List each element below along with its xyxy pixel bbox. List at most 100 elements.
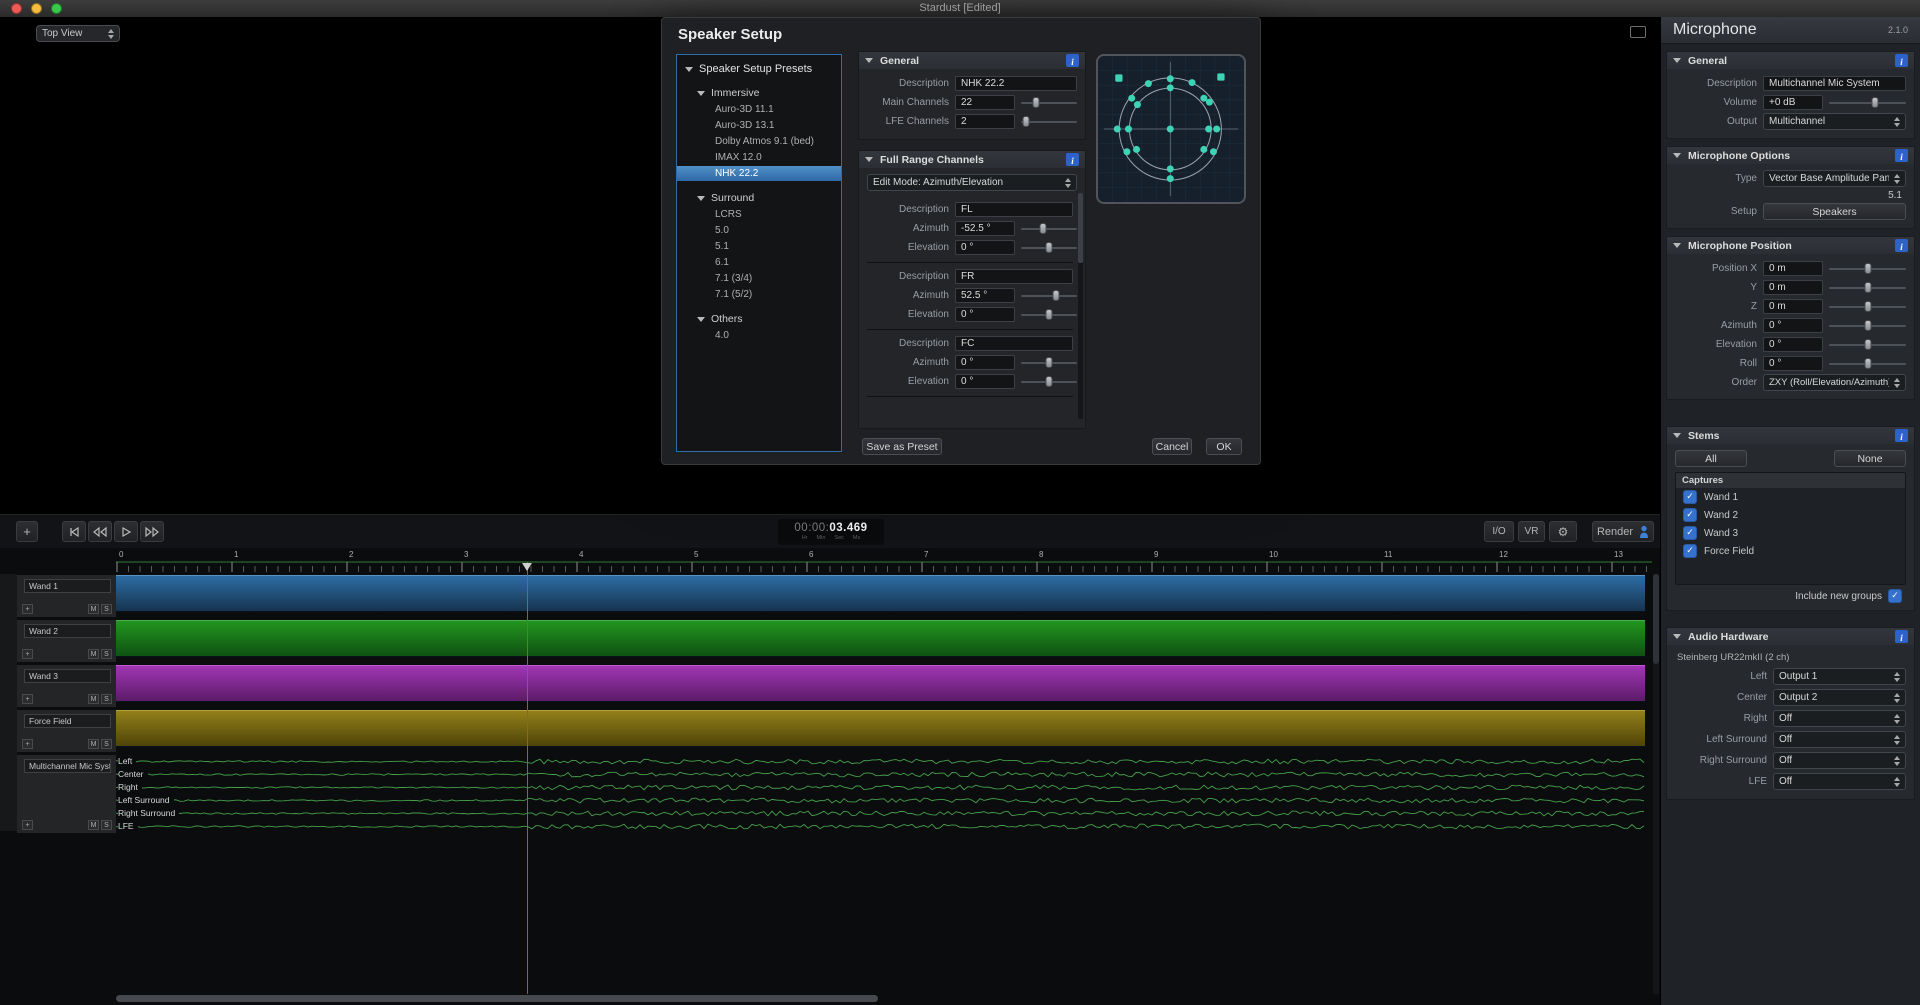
stems-none-button[interactable]: None (1834, 450, 1906, 467)
preset-group[interactable]: Surround (677, 182, 841, 206)
position-slider[interactable] (1829, 338, 1906, 351)
save-as-preset-button[interactable]: Save as Preset (862, 438, 942, 455)
mic-type-select[interactable]: Vector Base Amplitude Panning (V (1763, 170, 1906, 187)
preset-item[interactable]: 5.0 (677, 223, 841, 238)
audio-clip[interactable] (116, 665, 1645, 702)
info-icon[interactable] (1895, 630, 1908, 643)
elevation-slider[interactable] (1021, 308, 1077, 321)
view-mode-select[interactable]: Top View (36, 25, 120, 42)
solo-button[interactable]: S (101, 739, 112, 749)
elevation-slider[interactable] (1021, 241, 1077, 254)
disclosure-triangle-icon[interactable] (1673, 58, 1681, 63)
disclosure-triangle-icon[interactable] (697, 91, 705, 96)
disclosure-triangle-icon[interactable] (685, 67, 693, 72)
position-value-input[interactable]: 0 m (1763, 299, 1823, 314)
cancel-button[interactable]: Cancel (1152, 438, 1192, 455)
position-slider[interactable] (1829, 300, 1906, 313)
info-icon[interactable] (1066, 153, 1079, 166)
add-automation-button[interactable]: + (22, 649, 33, 659)
play-button[interactable] (114, 521, 138, 542)
azimuth-slider[interactable] (1021, 356, 1077, 369)
preset-tree-root[interactable]: Speaker Setup Presets (677, 55, 841, 77)
section-header[interactable]: Stems (1667, 427, 1914, 444)
azimuth-input[interactable]: 0 ° (955, 355, 1015, 370)
capture-checkbox[interactable] (1683, 544, 1697, 558)
vr-button[interactable]: VR (1518, 521, 1545, 542)
edit-mode-select[interactable]: Edit Mode: Azimuth/Elevation (867, 174, 1077, 191)
include-new-groups-checkbox[interactable] (1888, 589, 1902, 603)
elevation-input[interactable]: 0 ° (955, 374, 1015, 389)
volume-slider[interactable] (1829, 96, 1906, 109)
audio-clip[interactable] (116, 710, 1645, 747)
track-name[interactable]: Wand 3 (24, 669, 111, 683)
preset-item[interactable]: 7.1 (3/4) (677, 271, 841, 286)
output-select[interactable]: Multichannel (1763, 113, 1906, 130)
disclosure-triangle-icon[interactable] (865, 157, 873, 162)
azimuth-slider[interactable] (1021, 289, 1077, 302)
disclosure-triangle-icon[interactable] (1673, 634, 1681, 639)
hardware-output-select[interactable]: Off (1773, 752, 1906, 769)
channel-description-input[interactable]: FL (955, 202, 1073, 217)
settings-button[interactable]: ⚙ (1549, 521, 1577, 542)
channel-description-input[interactable]: FR (955, 269, 1073, 284)
mute-button[interactable]: M (88, 694, 99, 704)
preset-item[interactable]: IMAX 12.0 (677, 150, 841, 165)
info-icon[interactable] (1895, 429, 1908, 442)
preset-item[interactable]: Auro-3D 11.1 (677, 102, 841, 117)
disclosure-triangle-icon[interactable] (1673, 433, 1681, 438)
playhead-line[interactable] (527, 562, 528, 994)
timecode-display[interactable]: 00:00:03.469 HrMinSecMs (778, 519, 884, 545)
position-slider[interactable] (1829, 281, 1906, 294)
azimuth-input[interactable]: -52.5 ° (955, 221, 1015, 236)
position-slider[interactable] (1829, 357, 1906, 370)
info-icon[interactable] (1066, 54, 1079, 67)
elevation-input[interactable]: 0 ° (955, 240, 1015, 255)
go-to-start-button[interactable] (62, 521, 86, 542)
capture-checkbox[interactable] (1683, 490, 1697, 504)
section-header[interactable]: General (859, 52, 1085, 69)
disclosure-triangle-icon[interactable] (697, 317, 705, 322)
stems-all-button[interactable]: All (1675, 450, 1747, 467)
mute-button[interactable]: M (88, 820, 99, 830)
capture-checkbox[interactable] (1683, 508, 1697, 522)
audio-clip[interactable] (116, 620, 1645, 657)
main-channels-slider[interactable] (1021, 96, 1077, 109)
rewind-button[interactable] (88, 521, 112, 542)
track-name[interactable]: Force Field (24, 714, 111, 728)
track-name[interactable]: Wand 1 (24, 579, 111, 593)
solo-button[interactable]: S (101, 820, 112, 830)
ok-button[interactable]: OK (1206, 438, 1242, 455)
audio-clip[interactable] (116, 575, 1645, 612)
info-icon[interactable] (1895, 239, 1908, 252)
add-automation-button[interactable]: + (22, 820, 33, 830)
preset-item[interactable]: 6.1 (677, 255, 841, 270)
channel-description-input[interactable]: FC (955, 336, 1073, 351)
io-button[interactable]: I/O (1484, 521, 1514, 542)
elevation-slider[interactable] (1021, 375, 1077, 388)
section-header[interactable]: General (1667, 52, 1914, 69)
preset-item[interactable]: Auro-3D 13.1 (677, 118, 841, 133)
playhead-marker[interactable] (522, 563, 532, 571)
disclosure-triangle-icon[interactable] (697, 196, 705, 201)
mute-button[interactable]: M (88, 649, 99, 659)
speakers-setup-button[interactable]: Speakers (1763, 203, 1906, 220)
viewport-camera-icon[interactable] (1630, 26, 1646, 38)
section-header[interactable]: Microphone Position (1667, 237, 1914, 254)
preset-item[interactable]: 7.1 (5/2) (677, 287, 841, 302)
info-icon[interactable] (1895, 54, 1908, 67)
preset-item[interactable]: Dolby Atmos 9.1 (bed) (677, 134, 841, 149)
position-slider[interactable] (1829, 262, 1906, 275)
position-value-input[interactable]: 0 ° (1763, 318, 1823, 333)
render-button[interactable]: Render (1592, 521, 1654, 542)
hardware-output-select[interactable]: Off (1773, 731, 1906, 748)
info-icon[interactable] (1895, 149, 1908, 162)
hardware-output-select[interactable]: Output 1 (1773, 668, 1906, 685)
add-automation-button[interactable]: + (22, 739, 33, 749)
section-header[interactable]: Full Range Channels (859, 151, 1085, 168)
hardware-output-select[interactable]: Off (1773, 710, 1906, 727)
azimuth-input[interactable]: 52.5 ° (955, 288, 1015, 303)
preset-item[interactable]: 5.1 (677, 239, 841, 254)
mute-button[interactable]: M (88, 739, 99, 749)
add-track-button[interactable]: + (16, 521, 38, 542)
mic-description-input[interactable]: Multichannel Mic System (1763, 76, 1906, 91)
